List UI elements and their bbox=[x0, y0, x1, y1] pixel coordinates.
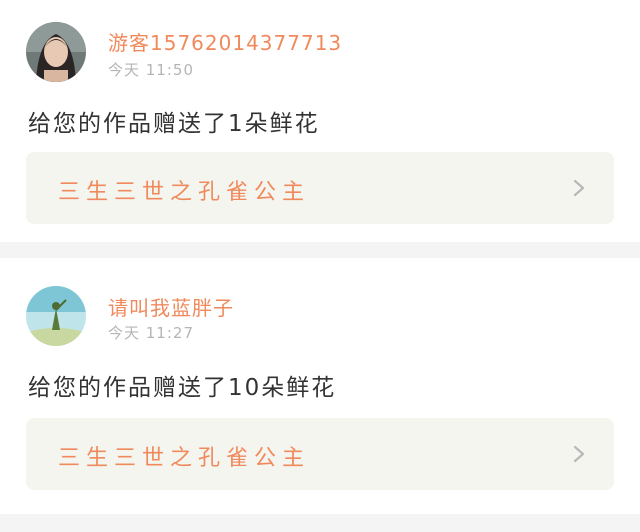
gift-message: 给您的作品赠送了10朵鲜花 bbox=[28, 375, 337, 401]
notification-card: 游客15762014377713 今天 11:50 给您的作品赠送了1朵鲜花 三… bbox=[0, 0, 640, 242]
landscape-avatar-icon bbox=[26, 286, 86, 346]
timestamp: 今天 11:50 bbox=[108, 61, 194, 79]
user-name[interactable]: 请叫我蓝胖子 bbox=[108, 292, 234, 321]
work-title: 三生三世之孔雀公主 bbox=[58, 446, 311, 471]
timestamp: 今天 11:27 bbox=[108, 324, 194, 342]
gift-message: 给您的作品赠送了1朵鲜花 bbox=[28, 111, 320, 137]
section-divider bbox=[0, 242, 640, 258]
chevron-right-icon bbox=[573, 445, 585, 463]
user-avatar[interactable] bbox=[26, 22, 86, 82]
work-link[interactable]: 三生三世之孔雀公主 bbox=[26, 152, 614, 224]
section-divider bbox=[0, 514, 640, 532]
chevron-right-icon bbox=[573, 179, 585, 197]
work-title: 三生三世之孔雀公主 bbox=[58, 180, 311, 205]
user-name[interactable]: 游客15762014377713 bbox=[108, 27, 342, 56]
notification-card: 请叫我蓝胖子 今天 11:27 给您的作品赠送了10朵鲜花 三生三世之孔雀公主 bbox=[0, 258, 640, 514]
user-avatar[interactable] bbox=[26, 286, 86, 346]
work-link[interactable]: 三生三世之孔雀公主 bbox=[26, 418, 614, 490]
portrait-avatar-icon bbox=[26, 22, 86, 82]
